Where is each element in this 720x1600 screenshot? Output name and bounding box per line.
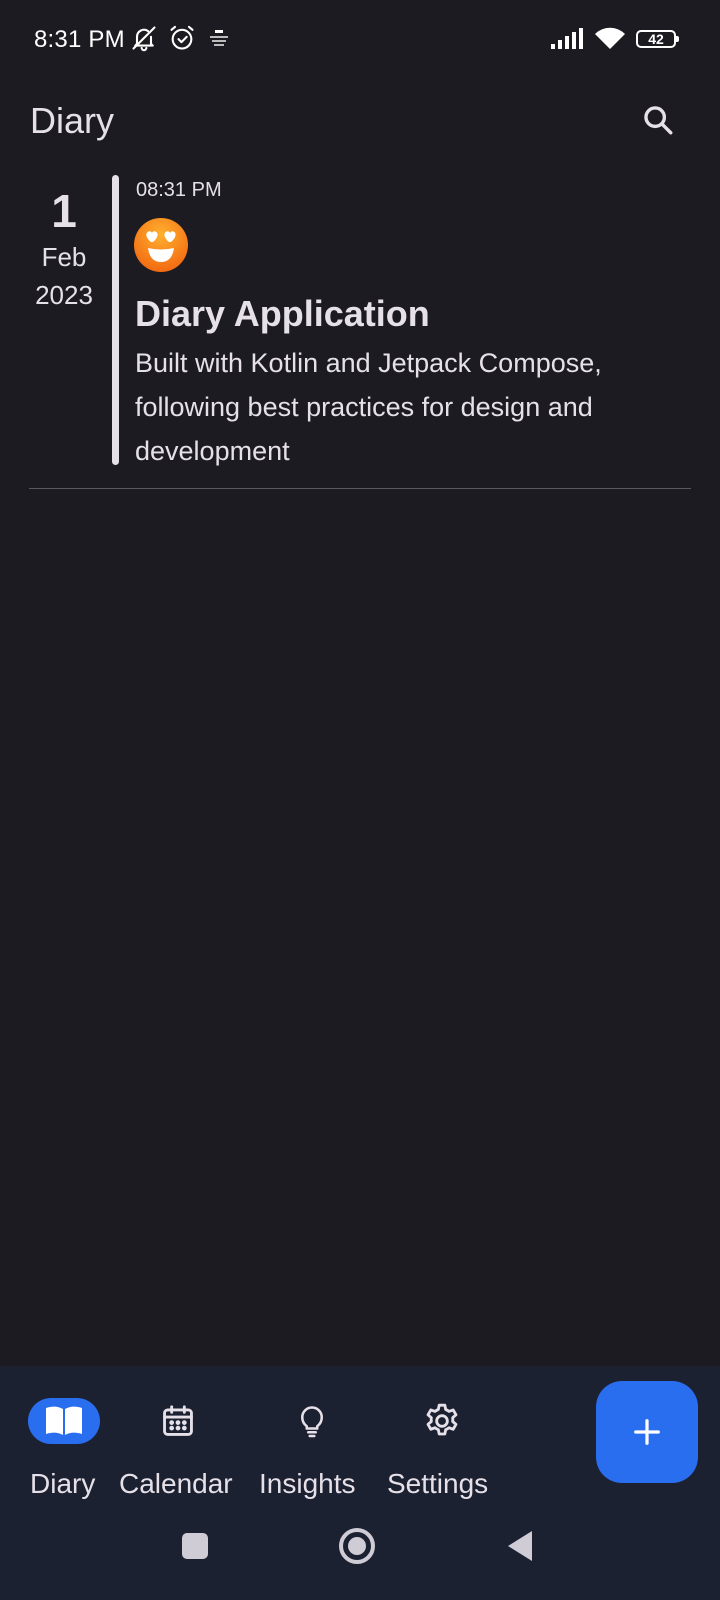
status-bar: 8:31 PM 42: [0, 0, 720, 84]
nav-label-settings: Settings: [387, 1468, 489, 1499]
app-notification-icon: [210, 30, 228, 46]
status-icons-right: 42: [550, 27, 679, 51]
home-icon: [339, 1528, 375, 1564]
page-title: Diary: [30, 100, 115, 141]
back-icon: [508, 1531, 532, 1561]
signal-icon: [551, 28, 583, 49]
nav-label-calendar: Calendar: [119, 1468, 233, 1499]
entry-body: Built with Kotlin and Jetpack Compose, f…: [135, 348, 602, 466]
diary-screen: 8:31 PM 42 Diary 1 Feb 2023 08:31 PM Dia…: [0, 0, 720, 1600]
nav-indicator-calendar: [142, 1398, 214, 1444]
nav-indicator-insights: [276, 1398, 348, 1444]
battery-level: 42: [648, 31, 664, 47]
battery-icon: 42: [636, 30, 679, 48]
entry-date: 1 Feb 2023: [22, 185, 106, 315]
nav-item-diary[interactable]: Diary: [0, 1366, 128, 1506]
status-time: 8:31 PM: [34, 26, 125, 53]
calendar-icon: [163, 1405, 193, 1436]
nav-indicator-settings: [406, 1398, 478, 1444]
bell-off-icon: [132, 26, 156, 52]
entry-time: 08:31 PM: [136, 179, 222, 201]
status-icons-left: [130, 24, 232, 52]
book-icon: [46, 1406, 82, 1435]
diary-entry[interactable]: 1 Feb 2023 08:31 PM Diary Application Bu…: [0, 175, 720, 475]
nav-label-insights: Insights: [259, 1468, 356, 1499]
entry-divider: [29, 488, 691, 489]
search-icon: [644, 106, 673, 135]
nav-item-settings[interactable]: Settings: [384, 1366, 508, 1506]
entry-timeline-bar: [112, 175, 119, 465]
nav-indicator-diary: [28, 1398, 100, 1444]
lightbulb-icon: [300, 1406, 324, 1438]
entry-date-month: Feb: [41, 242, 87, 272]
heart-eyes-face-icon: [134, 218, 188, 272]
alarm-icon: [170, 25, 194, 50]
search-button[interactable]: [636, 98, 680, 142]
add-entry-button[interactable]: [596, 1381, 698, 1483]
entry-date-year: 2023: [35, 280, 93, 310]
entry-date-day: 1: [51, 185, 77, 237]
home-button[interactable]: [335, 1524, 379, 1568]
system-nav-bar: [0, 1506, 720, 1600]
recents-button[interactable]: [173, 1524, 217, 1568]
plus-icon: [634, 1419, 660, 1445]
wifi-icon: [595, 27, 625, 49]
entry-title: Diary Application: [135, 293, 430, 334]
back-button[interactable]: [497, 1524, 541, 1568]
bottom-nav: Diary Calendar Insights Settings: [0, 1366, 720, 1600]
gear-icon: [426, 1403, 458, 1436]
recents-icon: [182, 1533, 208, 1559]
nav-item-insights[interactable]: Insights: [256, 1366, 374, 1506]
nav-item-calendar[interactable]: Calendar: [118, 1366, 248, 1506]
nav-label-diary: Diary: [30, 1468, 96, 1499]
